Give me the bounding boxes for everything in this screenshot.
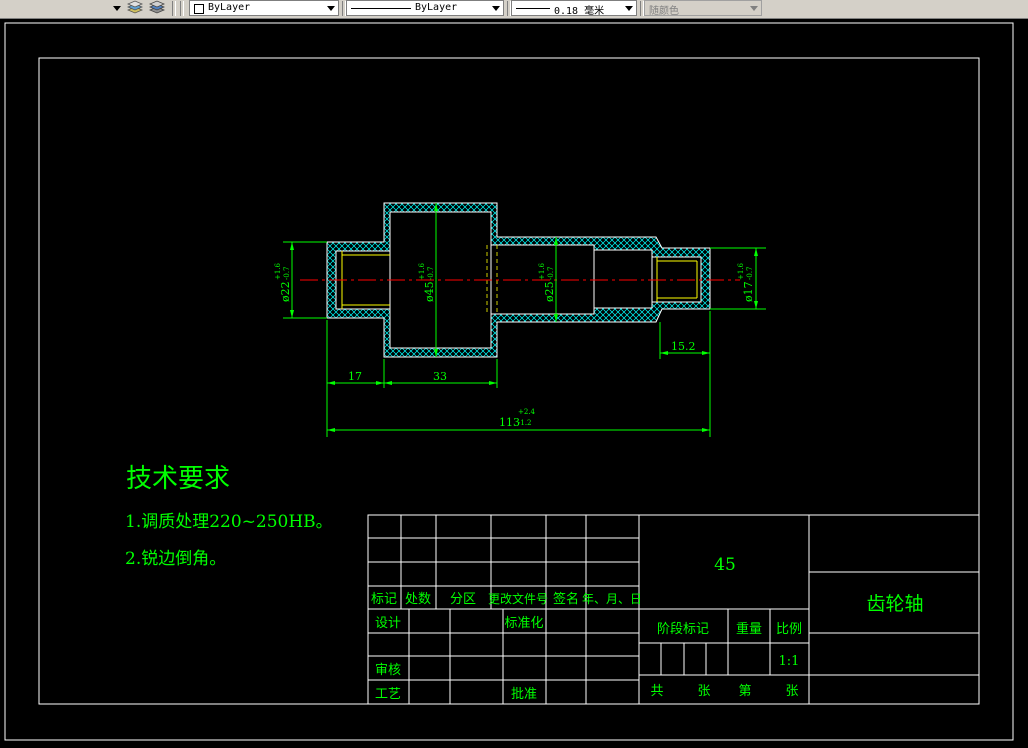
dim-dia-big-tol-lower: -0.7 (427, 267, 435, 281)
dim-total-len: 113 (499, 416, 520, 429)
line-sample-icon (351, 8, 411, 9)
chevron-down-icon[interactable] (625, 6, 633, 11)
lineweight-dropdown[interactable]: 0.18 毫米 (511, 0, 637, 17)
tech-req-title: 技术要求 (126, 464, 230, 494)
color-dropdown-value: ByLayer (208, 2, 251, 13)
tech-requirements: 技术要求 1.调质处理220~250HB。 2.锐边倒角。 (125, 464, 333, 569)
material-label: 45 (714, 555, 736, 575)
plotstyle-dropdown: 随颜色 (644, 0, 762, 17)
page-sheets-label: 张 (785, 684, 798, 699)
dim-dia-mid-tol-lower: -0.7 (547, 267, 555, 281)
design-label: 设计 (375, 616, 401, 631)
dim-dia-big-tol-upper: +1.6 (418, 262, 426, 280)
line-sample-icon (516, 8, 550, 9)
plotstyle-dropdown-value: 随颜色 (649, 6, 679, 17)
drawing-border (38, 57, 980, 705)
chevron-down-icon[interactable] (327, 6, 335, 11)
dim-dia-mid: ø25 (543, 281, 556, 302)
standardize-label: 标准化 (504, 616, 543, 631)
viewport-frame (4, 22, 1014, 741)
hdr-mark: 标记 (371, 592, 397, 607)
dim-dia-left: ø22 (279, 281, 292, 302)
layer-stack-2-icon[interactable] (148, 0, 166, 17)
lineweight-dropdown-value: 0.18 毫米 (554, 6, 605, 17)
hdr-doc: 更改文件号 (488, 591, 548, 606)
hdr-sign: 签名 (553, 591, 579, 607)
total-label: 共 (650, 684, 663, 699)
toolbar-separator (180, 1, 184, 16)
part-name: 齿轮轴 (866, 593, 923, 615)
dim-dia-right: ø17 (742, 281, 755, 302)
dim-dia-big: ø45 (423, 281, 436, 302)
dim-dia-mid-tol-upper: +1.6 (538, 262, 546, 280)
dim-dia-right-tol-lower: -0.7 (746, 267, 754, 281)
page-label: 第 (738, 684, 751, 699)
dim-len-17: 17 (348, 370, 362, 383)
tech-req-item-1: 1.调质处理220~250HB。 (125, 512, 333, 532)
dropdown-arrow-icon[interactable] (112, 0, 122, 17)
shaft-section (300, 202, 740, 358)
process-label: 工艺 (375, 687, 401, 702)
sheets-label: 张 (697, 684, 710, 699)
hdr-zone: 分区 (450, 592, 476, 607)
layer-stack-icon[interactable] (126, 0, 144, 17)
dim-len-33: 33 (433, 370, 447, 383)
color-swatch-icon (194, 4, 204, 14)
toolbar-separator (172, 1, 176, 16)
dim-dia-right-tol-upper: +1.6 (737, 262, 745, 280)
weight-label: 重量 (736, 621, 762, 637)
tech-req-item-2: 2.锐边倒角。 (125, 549, 226, 569)
scale-label: 比例 (776, 622, 802, 637)
hdr-date: 年、月、日 (582, 592, 642, 606)
stage-mark-label: 阶段标记 (657, 622, 709, 637)
dim-dia-left-tol-lower: -0.7 (283, 267, 291, 281)
linetype-dropdown[interactable]: ByLayer (346, 0, 504, 16)
approve-label: 批准 (511, 687, 537, 702)
dim-total-len-tol-lower: -1.2 (518, 419, 532, 427)
linetype-dropdown-value: ByLayer (415, 2, 458, 13)
hdr-count: 处数 (405, 592, 431, 607)
scale-value: 1:1 (779, 654, 800, 669)
drawing-svg[interactable]: ø22 +1.6 -0.7 ø45 +1.6 -0.7 ø25 +1.6 -0.… (0, 19, 1028, 744)
properties-toolbar: ByLayer ByLayer 0.18 毫米 随颜色 (0, 0, 1028, 19)
review-label: 审核 (375, 663, 401, 678)
drawing-canvas[interactable]: ø22 +1.6 -0.7 ø45 +1.6 -0.7 ø25 +1.6 -0.… (0, 19, 1028, 744)
color-dropdown[interactable]: ByLayer (189, 0, 339, 16)
chevron-down-icon (750, 6, 758, 11)
chevron-down-icon[interactable] (492, 6, 500, 11)
dim-total-len-tol-upper: +2.4 (518, 408, 536, 416)
dim-dia-left-tol-upper: +1.6 (274, 262, 282, 280)
dim-len-15-2: 15.2 (671, 340, 696, 353)
